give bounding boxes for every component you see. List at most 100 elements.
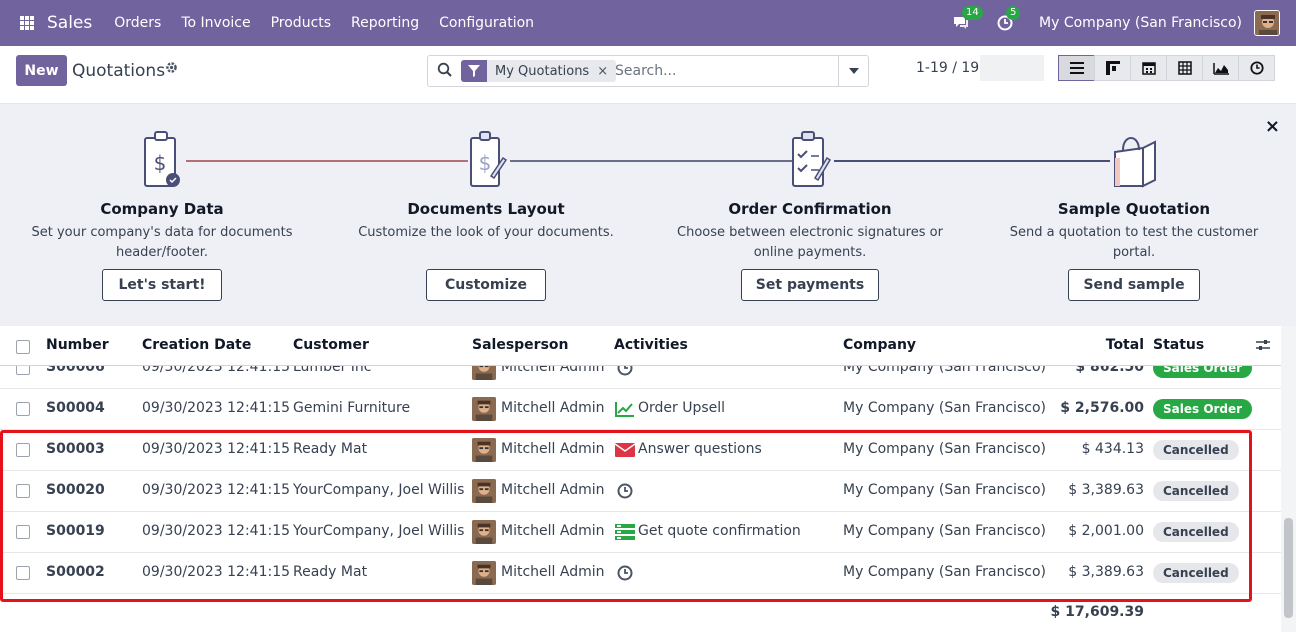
- list-icon: [1069, 62, 1084, 74]
- row-checkbox[interactable]: [16, 484, 30, 498]
- facet-remove-icon[interactable]: ×: [597, 64, 616, 79]
- step-title: Company Data: [100, 200, 224, 218]
- calendar-view-button[interactable]: [1130, 55, 1167, 81]
- pager-next-button[interactable]: [1012, 55, 1044, 81]
- header-company[interactable]: Company: [843, 337, 916, 353]
- area-chart-icon: [1212, 62, 1229, 75]
- search-bar: My Quotations ×: [427, 55, 869, 87]
- document-edit-icon: $: [470, 131, 508, 187]
- envelope-icon[interactable]: [615, 441, 635, 459]
- menu-configuration[interactable]: Configuration: [429, 15, 544, 31]
- row-checkbox[interactable]: [16, 443, 30, 457]
- document-dollar-icon: $: [144, 131, 180, 187]
- menu-to-invoice[interactable]: To Invoice: [171, 15, 260, 31]
- customer-name: YourCompany, Joel Willis: [293, 482, 465, 498]
- activity-summary[interactable]: Get quote confirmation: [638, 523, 801, 539]
- activities-button[interactable]: 5: [995, 6, 1021, 33]
- pager-value[interactable]: 1-19 / 19: [916, 60, 979, 76]
- activities-count-badge: 5: [1006, 6, 1021, 20]
- company-name: My Company (San Francisco): [843, 441, 1046, 457]
- user-avatar[interactable]: [1254, 10, 1280, 36]
- salesperson-avatar: [472, 561, 496, 585]
- order-total: $ 434.13: [1081, 441, 1144, 457]
- pivot-view-button[interactable]: [1166, 55, 1203, 81]
- set-payments-button[interactable]: Set payments: [741, 269, 879, 301]
- control-panel: New Quotations My Quotations × 1-19 / 19: [0, 46, 1296, 104]
- salesperson-name: Mitchell Admin: [501, 400, 605, 416]
- activity-view-button[interactable]: [1238, 55, 1275, 81]
- row-checkbox[interactable]: [16, 566, 30, 580]
- header-salesperson[interactable]: Salesperson: [472, 337, 569, 353]
- header-activities[interactable]: Activities: [614, 337, 688, 353]
- clock-icon[interactable]: [615, 564, 635, 582]
- customize-button[interactable]: Customize: [426, 269, 546, 301]
- menu-orders[interactable]: Orders: [104, 15, 171, 31]
- scrollbar-thumb[interactable]: [1284, 518, 1293, 618]
- salesperson-name: Mitchell Admin: [501, 523, 605, 539]
- menu-reporting[interactable]: Reporting: [341, 15, 429, 31]
- step-description: Set your company's data for documents he…: [31, 225, 293, 260]
- top-navbar: Sales Orders To Invoice Products Reporti…: [0, 0, 1296, 46]
- kanban-view-button[interactable]: [1094, 55, 1131, 81]
- progress-line-2: [510, 160, 796, 162]
- order-total: $ 2,576.00: [1060, 400, 1144, 416]
- header-total[interactable]: Total: [1034, 337, 1144, 353]
- status-badge: Cancelled: [1153, 522, 1239, 542]
- order-number: S00003: [46, 441, 105, 457]
- clock-icon[interactable]: [615, 482, 635, 500]
- step-title: Documents Layout: [407, 200, 565, 218]
- customer-name: Gemini Furniture: [293, 400, 411, 416]
- creation-date: 09/30/2023 12:41:15: [142, 441, 291, 457]
- menu-products[interactable]: Products: [261, 15, 341, 31]
- facet-label: My Quotations: [495, 63, 590, 79]
- header-number[interactable]: Number: [46, 337, 109, 353]
- svg-text:$: $: [479, 151, 492, 175]
- creation-date: 09/30/2023 12:41:15: [142, 400, 291, 416]
- table-row[interactable]: S00002 09/30/2023 12:41:15 Ready Mat Mit…: [0, 553, 1281, 594]
- pager-previous-button[interactable]: [980, 55, 1012, 81]
- list-scrollbar[interactable]: [1281, 326, 1296, 632]
- order-total: $ 3,389.63: [1068, 482, 1144, 498]
- app-brand[interactable]: Sales: [47, 13, 92, 33]
- search-icon[interactable]: [437, 62, 453, 78]
- row-checkbox[interactable]: [16, 402, 30, 416]
- table-row[interactable]: S00003 09/30/2023 12:41:15 Ready Mat Mit…: [0, 430, 1281, 471]
- order-number: S00002: [46, 564, 105, 580]
- tasks-icon[interactable]: [615, 523, 635, 541]
- company-name: My Company (San Francisco): [843, 400, 1046, 416]
- graph-view-button[interactable]: [1202, 55, 1239, 81]
- row-checkbox[interactable]: [16, 525, 30, 539]
- search-options-toggle[interactable]: [838, 56, 868, 86]
- select-all-checkbox[interactable]: [16, 340, 30, 354]
- status-badge: Cancelled: [1153, 563, 1239, 583]
- optional-columns-icon[interactable]: [1256, 339, 1270, 355]
- header-creation-date[interactable]: Creation Date: [142, 337, 251, 353]
- header-status[interactable]: Status: [1153, 337, 1204, 353]
- step-description: Customize the look of your documents.: [358, 225, 614, 240]
- activity-summary[interactable]: Answer questions: [638, 441, 762, 457]
- list-view-button[interactable]: [1058, 55, 1095, 81]
- search-input[interactable]: [615, 60, 837, 82]
- app-grid-icon[interactable]: [20, 16, 34, 30]
- order-number: S00004: [46, 400, 105, 416]
- close-onboarding-icon[interactable]: ×: [1265, 116, 1280, 137]
- shopping-bag-icon: [1114, 136, 1156, 188]
- gear-icon[interactable]: [165, 61, 178, 78]
- step-description: Send a quotation to test the customer po…: [1009, 225, 1259, 260]
- header-customer[interactable]: Customer: [293, 337, 369, 353]
- customer-name: Ready Mat: [293, 564, 368, 580]
- table-row[interactable]: S00020 09/30/2023 12:41:15 YourCompany, …: [0, 471, 1281, 512]
- salesperson-avatar: [472, 520, 496, 544]
- table-row[interactable]: S00019 09/30/2023 12:41:15 YourCompany, …: [0, 512, 1281, 553]
- activity-summary[interactable]: Order Upsell: [638, 400, 725, 416]
- step-title: Order Confirmation: [728, 200, 892, 218]
- new-button[interactable]: New: [16, 55, 67, 86]
- filter-icon: [461, 60, 487, 82]
- status-badge: Sales Order: [1153, 399, 1253, 419]
- table-row[interactable]: S00004 09/30/2023 12:41:15 Gemini Furnit…: [0, 389, 1281, 430]
- send-sample-button[interactable]: Send sample: [1068, 269, 1200, 301]
- chart-up-icon[interactable]: [615, 400, 635, 418]
- messages-button[interactable]: 14: [951, 6, 983, 33]
- company-switcher[interactable]: My Company (San Francisco): [1039, 15, 1242, 31]
- lets-start-button[interactable]: Let's start!: [102, 269, 222, 301]
